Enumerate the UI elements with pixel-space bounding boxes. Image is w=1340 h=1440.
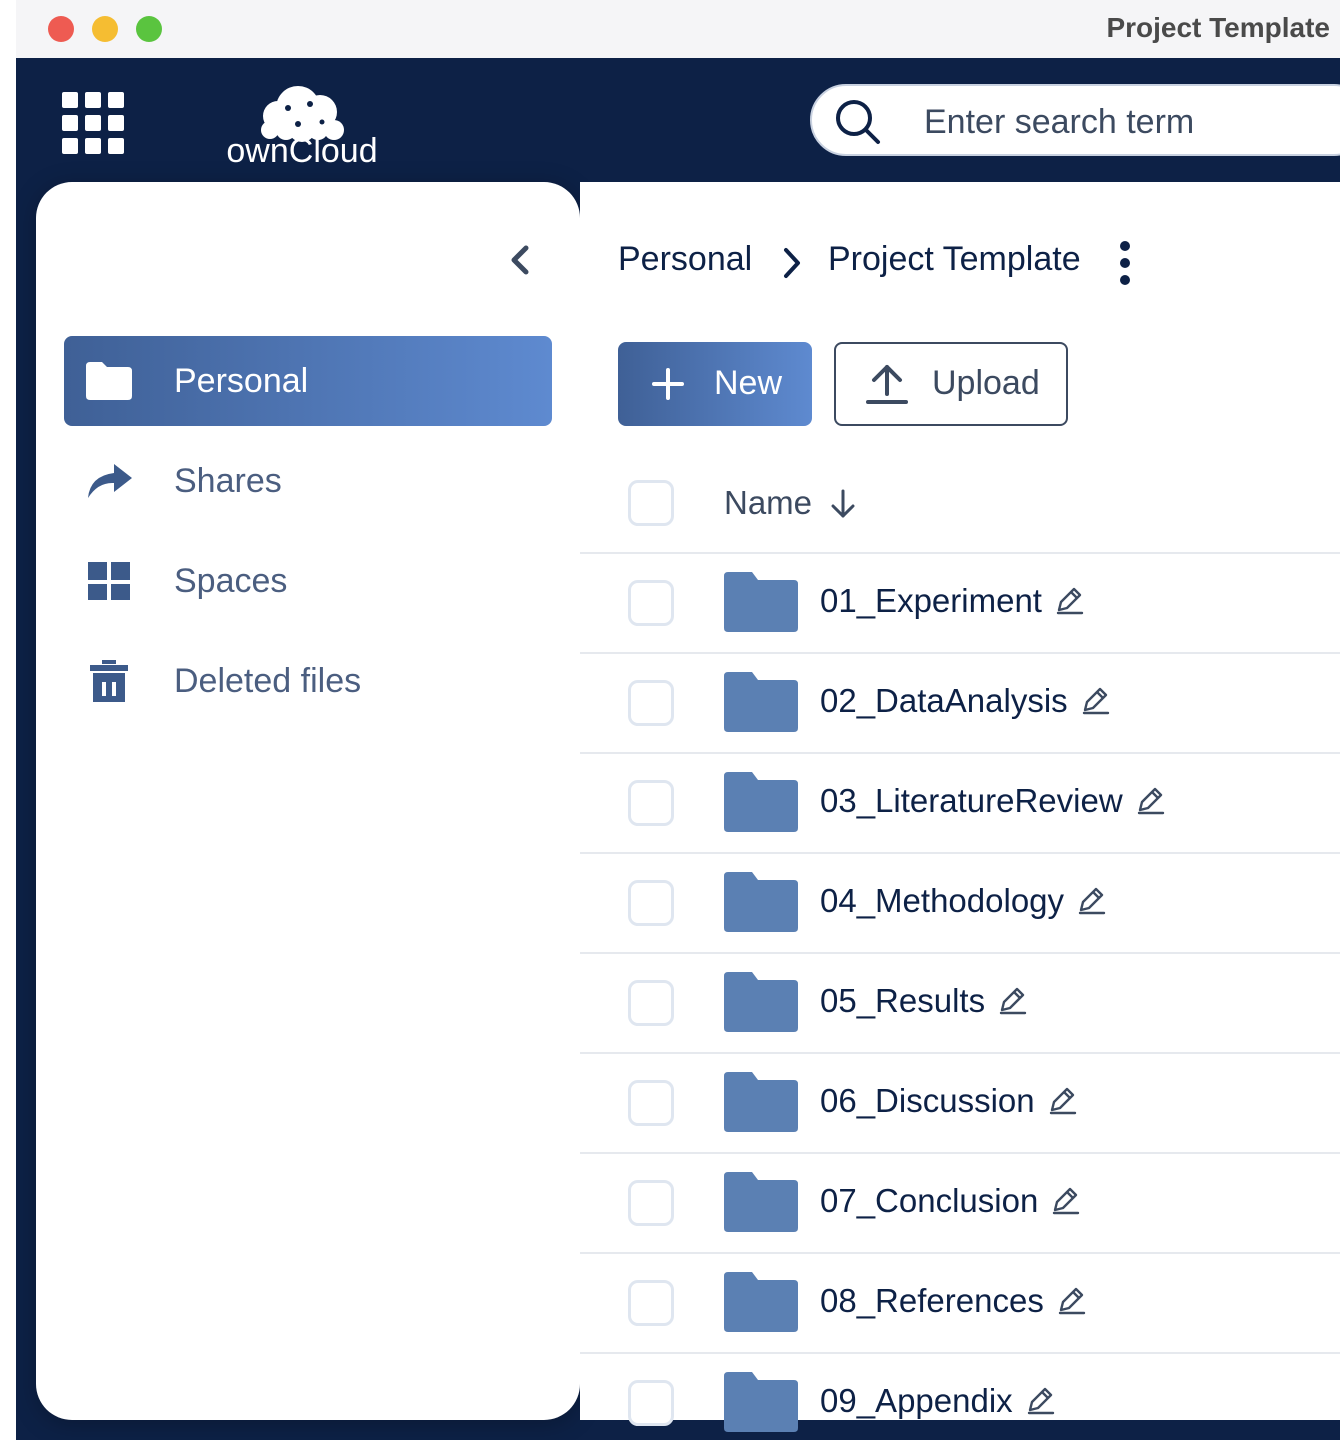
- file-name-link[interactable]: 07_Conclusion: [820, 1182, 1080, 1220]
- file-name-text: 05_Results: [820, 982, 986, 1019]
- row-checkbox[interactable]: [628, 1080, 674, 1126]
- new-button-label: New: [714, 364, 783, 402]
- row-checkbox[interactable]: [628, 1380, 674, 1426]
- table-row[interactable]: 01_Experiment: [580, 554, 1340, 654]
- folder-icon[interactable]: [724, 1172, 798, 1232]
- pencil-edit-icon[interactable]: [1056, 1285, 1086, 1315]
- pencil-edit-icon[interactable]: [997, 985, 1027, 1015]
- top-bar: ownCloud: [16, 58, 1340, 182]
- logo-wordmark: ownCloud: [226, 132, 377, 168]
- row-checkbox[interactable]: [628, 980, 674, 1026]
- folder-icon[interactable]: [724, 772, 798, 832]
- pencil-edit-icon[interactable]: [1025, 1385, 1055, 1415]
- table-row[interactable]: 06_Discussion: [580, 1054, 1340, 1154]
- upload-button[interactable]: Upload: [834, 342, 1068, 426]
- row-checkbox[interactable]: [628, 780, 674, 826]
- file-name-text: 08_References: [820, 1282, 1044, 1319]
- folder-icon: [86, 362, 132, 400]
- trash-icon: [90, 660, 128, 702]
- file-name-link[interactable]: 04_Methodology: [820, 882, 1106, 920]
- table-row[interactable]: 09_Appendix: [580, 1354, 1340, 1440]
- table-row[interactable]: 03_LiteratureReview: [580, 754, 1340, 854]
- chevron-right-icon: [784, 248, 800, 278]
- pencil-edit-icon[interactable]: [1135, 785, 1165, 815]
- folder-icon[interactable]: [724, 972, 798, 1032]
- window-titlebar: Project Template: [16, 0, 1340, 58]
- pencil-edit-icon[interactable]: [1047, 1085, 1077, 1115]
- folder-icon[interactable]: [724, 572, 798, 632]
- file-name-link[interactable]: 01_Experiment: [820, 582, 1084, 620]
- table-header: Name: [580, 454, 1340, 554]
- share-icon: [88, 464, 132, 498]
- search-bar: [810, 84, 1340, 156]
- table-row[interactable]: 04_Methodology: [580, 854, 1340, 954]
- file-name-text: 07_Conclusion: [820, 1182, 1039, 1219]
- spaces-grid-icon: [88, 562, 130, 600]
- sidebar-item-label: Deleted files: [174, 661, 362, 700]
- breadcrumb-current: Project Template: [828, 240, 1081, 278]
- file-name-text: 04_Methodology: [820, 882, 1065, 919]
- new-button[interactable]: New: [618, 342, 812, 426]
- file-name-link[interactable]: 09_Appendix: [820, 1382, 1055, 1420]
- upload-button-label: Upload: [932, 364, 1040, 402]
- file-name-link[interactable]: 08_References: [820, 1282, 1086, 1320]
- pencil-edit-icon[interactable]: [1050, 1185, 1080, 1215]
- file-name-text: 09_Appendix: [820, 1382, 1013, 1419]
- file-name-text: 02_DataAnalysis: [820, 682, 1068, 719]
- search-icon[interactable]: [834, 98, 882, 146]
- column-header-name[interactable]: Name: [724, 484, 812, 522]
- row-checkbox[interactable]: [628, 1280, 674, 1326]
- search-input[interactable]: [922, 96, 1340, 148]
- breadcrumb-personal[interactable]: Personal: [618, 240, 752, 279]
- file-name-link[interactable]: 03_LiteratureReview: [820, 782, 1165, 820]
- file-name-text: 01_Experiment: [820, 582, 1042, 619]
- folder-icon[interactable]: [724, 672, 798, 732]
- collapse-sidebar-chevron-icon[interactable]: [506, 240, 536, 280]
- folder-icon[interactable]: [724, 872, 798, 932]
- more-actions-icon[interactable]: [1118, 240, 1132, 286]
- folder-icon[interactable]: [724, 1372, 798, 1432]
- row-checkbox[interactable]: [628, 580, 674, 626]
- pencil-edit-icon[interactable]: [1080, 685, 1110, 715]
- row-checkbox[interactable]: [628, 880, 674, 926]
- window-title: Project Template: [1106, 12, 1330, 43]
- main-content: Personal Project Template New Upload Nam…: [580, 182, 1340, 1432]
- sidebar-item-label: Personal: [174, 361, 309, 400]
- folder-icon[interactable]: [724, 1272, 798, 1332]
- sidebar-item-label: Shares: [174, 461, 282, 500]
- plus-icon: [652, 368, 684, 400]
- sidebar-item-personal[interactable]: Personal: [64, 336, 552, 426]
- minimize-window-button[interactable]: [92, 16, 118, 42]
- app-switcher-icon[interactable]: [62, 92, 124, 154]
- maximize-window-button[interactable]: [136, 16, 162, 42]
- table-row[interactable]: 05_Results: [580, 954, 1340, 1054]
- select-all-checkbox[interactable]: [628, 480, 674, 526]
- file-name-link[interactable]: 02_DataAnalysis: [820, 682, 1110, 720]
- row-checkbox[interactable]: [628, 1180, 674, 1226]
- table-row[interactable]: 08_References: [580, 1254, 1340, 1354]
- sort-descending-arrow-icon[interactable]: [830, 488, 856, 520]
- close-window-button[interactable]: [48, 16, 74, 42]
- folder-icon[interactable]: [724, 1072, 798, 1132]
- file-name-link[interactable]: 06_Discussion: [820, 1082, 1077, 1120]
- file-name-text: 03_LiteratureReview: [820, 782, 1123, 819]
- sidebar-item-label: Spaces: [174, 561, 288, 600]
- file-name-text: 06_Discussion: [820, 1082, 1035, 1119]
- pencil-edit-icon[interactable]: [1076, 885, 1106, 915]
- row-checkbox[interactable]: [628, 680, 674, 726]
- sidebar: Personal Shares Spaces Deleted files: [36, 182, 580, 1420]
- table-row[interactable]: 07_Conclusion: [580, 1154, 1340, 1254]
- sidebar-item-shares[interactable]: Shares: [64, 436, 552, 526]
- pencil-edit-icon[interactable]: [1054, 585, 1084, 615]
- upload-icon: [866, 365, 908, 404]
- sidebar-item-deleted-files[interactable]: Deleted files: [64, 636, 552, 726]
- app-root: ownCloud Personal Shares: [16, 58, 1340, 1440]
- table-row[interactable]: 02_DataAnalysis: [580, 654, 1340, 754]
- sidebar-item-spaces[interactable]: Spaces: [64, 536, 552, 626]
- owncloud-logo[interactable]: ownCloud: [202, 68, 402, 168]
- file-name-link[interactable]: 05_Results: [820, 982, 1027, 1020]
